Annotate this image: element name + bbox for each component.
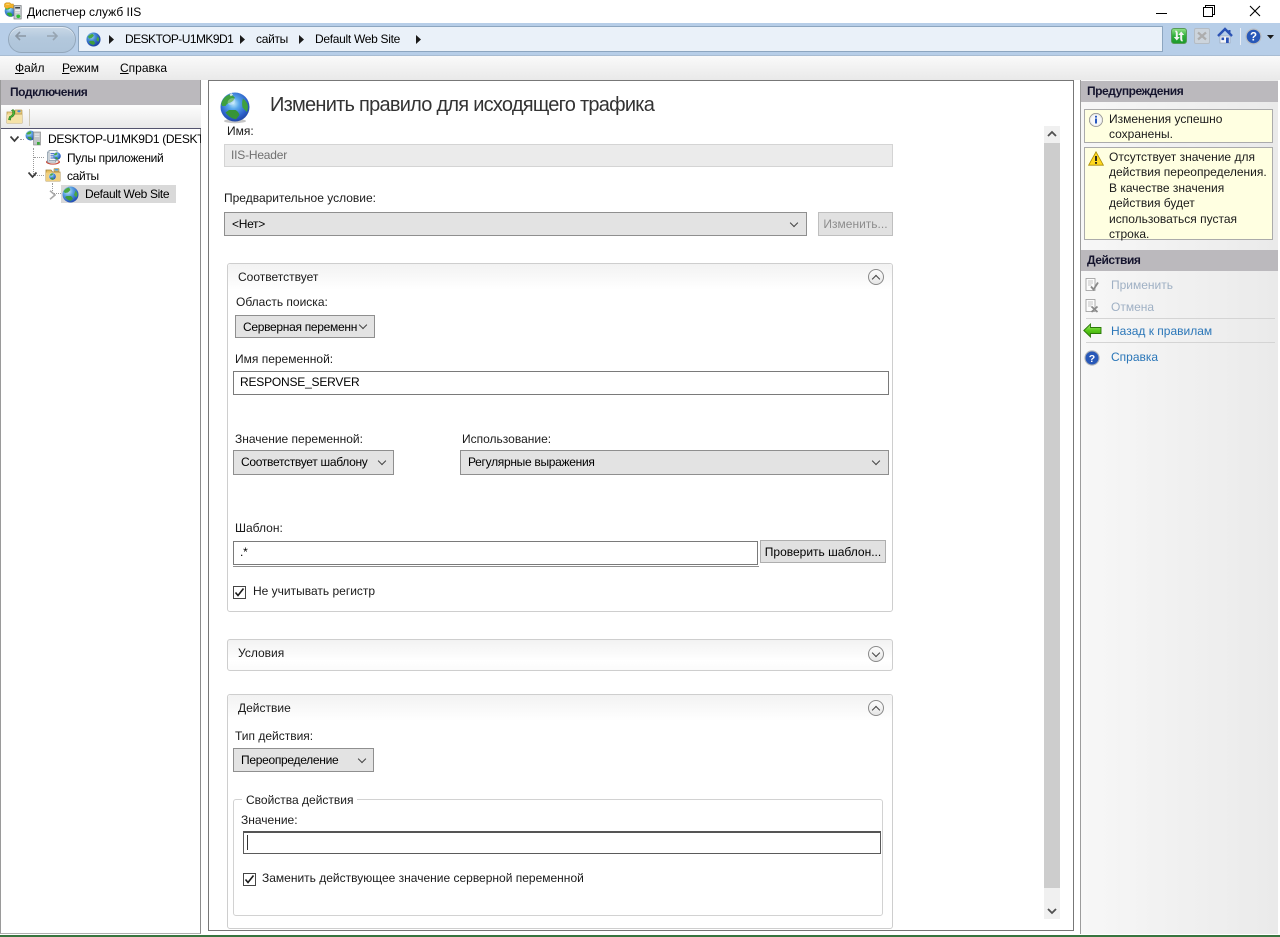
svg-text:?: ? xyxy=(1089,353,1095,365)
svg-text:?: ? xyxy=(1250,32,1257,44)
